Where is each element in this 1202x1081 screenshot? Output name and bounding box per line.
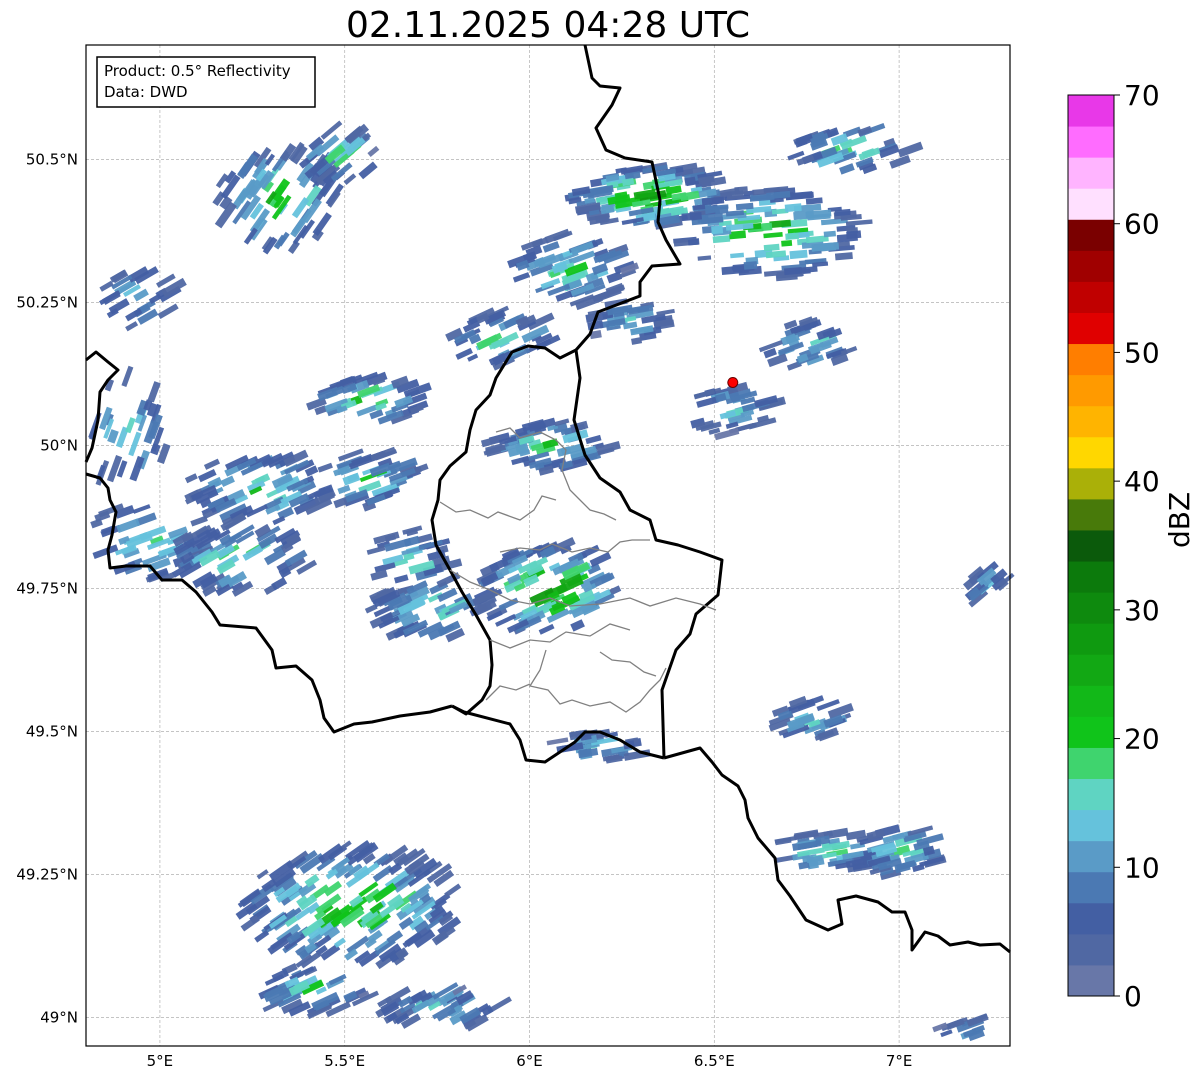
lat-tick-label: 49.75°N: [16, 579, 78, 597]
colorbar-swatch: [1068, 250, 1114, 282]
colorbar-swatch: [1068, 498, 1114, 531]
colorbar-swatch: [1068, 126, 1114, 158]
colorbar-swatch: [1068, 902, 1114, 935]
colorbar-swatch: [1068, 623, 1114, 655]
echo-cell: [743, 261, 758, 270]
colorbar-swatch: [1068, 281, 1114, 313]
colorbar-swatch: [1068, 529, 1114, 562]
colorbar-swatch: [1068, 95, 1114, 127]
lon-tick-label: 6.5°E: [694, 1052, 735, 1070]
radar-map: 5°E 5.5°E 6°E 6.5°E 7°E 50.5°N 50.25°N 50°N 49.…: [16, 44, 1160, 1070]
colorbar-swatch: [1068, 561, 1114, 593]
colorbar-ticks: 0 10 20 30 40 50 60 70: [1114, 79, 1160, 1013]
echo-cell: [789, 249, 808, 260]
lon-tick-label: 5.5°E: [324, 1052, 365, 1070]
colorbar-swatch: [1068, 188, 1114, 220]
colorbar-swatch: [1068, 374, 1114, 407]
colorbar-tick-label: 40: [1124, 465, 1160, 498]
info-source: Data: DWD: [104, 83, 188, 101]
colorbar-swatch: [1068, 343, 1114, 376]
echo-cell: [823, 230, 836, 238]
colorbar-swatch: [1068, 778, 1114, 811]
colorbar-swatch: [1068, 871, 1114, 904]
longitude-tick-labels: 5°E 5.5°E 6°E 6.5°E 7°E: [147, 1052, 913, 1070]
lon-tick-label: 6°E: [516, 1052, 543, 1070]
colorbar: [1068, 95, 1114, 997]
latitude-tick-labels: 50.5°N 50.25°N 50°N 49.75°N 49.5°N 49.25°N 49°…: [16, 150, 78, 1026]
colorbar-swatch: [1068, 436, 1114, 469]
colorbar-swatch: [1068, 157, 1114, 189]
colorbar-swatch: [1068, 840, 1114, 873]
echo-cell: [726, 190, 744, 200]
colorbar-swatch: [1068, 809, 1114, 842]
radar-site-marker: [727, 376, 739, 388]
echo-cell: [784, 203, 802, 213]
colorbar-swatch: [1068, 219, 1114, 251]
echo-cell: [687, 238, 699, 246]
info-box: Product: 0.5° Reflectivity Data: DWD: [96, 56, 316, 108]
lat-tick-label: 50.5°N: [26, 150, 78, 168]
echo-cell: [711, 225, 724, 235]
colorbar-swatch: [1068, 964, 1114, 997]
lat-tick-label: 49.25°N: [16, 865, 78, 883]
colorbar-swatch: [1068, 467, 1114, 500]
lat-tick-label: 49.5°N: [26, 722, 78, 740]
echo-cell: [781, 239, 793, 247]
lat-tick-label: 50°N: [40, 436, 78, 454]
info-product: Product: 0.5° Reflectivity: [104, 62, 291, 80]
echo-cell: [846, 230, 862, 240]
colorbar-tick-label: 20: [1124, 723, 1160, 756]
colorbar-swatch: [1068, 405, 1114, 438]
map-title: 02.11.2025 04:28 UTC: [345, 5, 751, 46]
echo-cell: [785, 232, 799, 241]
colorbar-tick-label: 60: [1124, 208, 1160, 241]
colorbar-unit-label: dBZ: [1163, 491, 1196, 548]
colorbar-swatch: [1068, 312, 1114, 345]
colorbar-swatch: [1068, 716, 1114, 748]
colorbar-swatch: [1068, 685, 1114, 717]
lat-tick-label: 50.25°N: [16, 293, 78, 311]
colorbar-swatch: [1068, 592, 1114, 624]
echo-cell: [729, 230, 747, 240]
colorbar-tick-label: 0: [1124, 980, 1142, 1013]
colorbar-tick-label: 70: [1124, 79, 1160, 112]
colorbar-tick-label: 50: [1124, 336, 1160, 369]
colorbar-swatch: [1068, 747, 1114, 780]
colorbar-swatch: [1068, 654, 1114, 686]
lon-tick-label: 7°E: [886, 1052, 913, 1070]
lat-tick-label: 49°N: [40, 1008, 78, 1026]
colorbar-swatch: [1068, 933, 1114, 966]
colorbar-tick-label: 10: [1124, 851, 1160, 884]
lon-tick-label: 5°E: [147, 1052, 174, 1070]
colorbar-tick-label: 30: [1124, 594, 1160, 627]
